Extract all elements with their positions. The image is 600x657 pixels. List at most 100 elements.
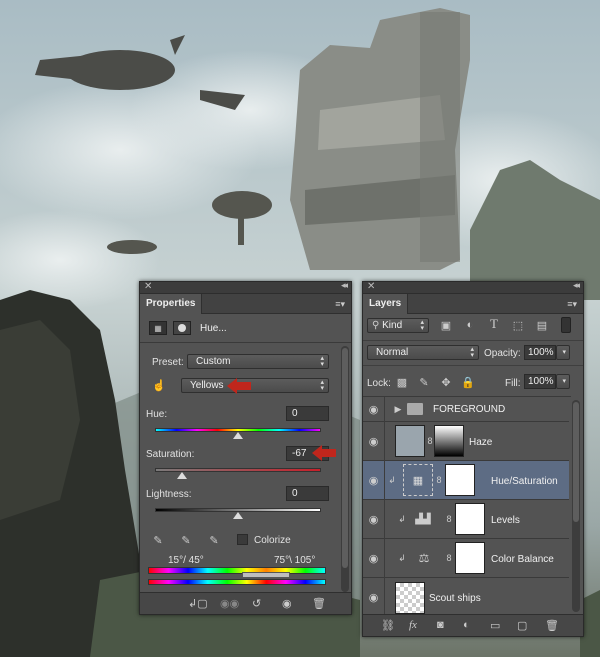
eyedropper-plus-icon[interactable]: ✎ xyxy=(178,532,194,548)
layer-row-levels[interactable]: ◉ ↲ ▟▟ 8 Levels xyxy=(363,500,569,539)
folder-icon xyxy=(407,403,423,415)
panel-top-bar: ✕ ◂◂ xyxy=(140,280,351,294)
properties-scrollbar[interactable] xyxy=(341,346,349,592)
link-icon: 8 xyxy=(446,553,452,563)
new-group-icon[interactable]: ▭ xyxy=(490,619,500,632)
filter-pixel-icon[interactable]: ▣ xyxy=(439,318,453,332)
layers-list: ◉ ▶ FOREGROUND ◉ 8 Haze ◉ ↲ ▦ 8 Hue/Satu… xyxy=(363,396,571,616)
adjustment-title: Hue... xyxy=(200,323,227,334)
eye-icon[interactable]: ◉ xyxy=(363,500,385,539)
eye-icon[interactable]: ◉ xyxy=(363,397,385,422)
lightness-field[interactable]: 0 xyxy=(286,486,329,501)
eye-icon[interactable]: ◉ xyxy=(363,539,385,578)
tab-properties[interactable]: Properties xyxy=(140,294,203,314)
visibility-icon[interactable]: ◉ xyxy=(282,597,292,610)
channel-select[interactable]: Yellows ▴ ▾ xyxy=(181,378,329,393)
opacity-field[interactable]: 100% xyxy=(524,345,556,360)
mask-thumbnail xyxy=(455,542,485,574)
layer-row-haze[interactable]: ◉ 8 Haze xyxy=(363,422,569,461)
color-balance-icon: ⚖ xyxy=(418,551,430,565)
delete-layer-icon[interactable]: 🗑 xyxy=(545,619,559,632)
colorize-checkbox[interactable] xyxy=(237,534,248,545)
lock-all-icon[interactable]: 🔒 xyxy=(461,375,475,389)
hue-range-handles[interactable] xyxy=(242,572,290,578)
opacity-dropdown[interactable]: ▾ xyxy=(556,345,570,360)
reset-icon[interactable]: ↺ xyxy=(252,597,261,610)
hue-range-bar-top[interactable] xyxy=(148,567,326,574)
layers-panel: ✕ ◂◂ Layers ≡▾ ⚲ Kind ▴ ▾ ▣ ◐ T ⬚ ▤ Norma… xyxy=(362,280,584,637)
new-adjustment-icon[interactable]: ◐ xyxy=(463,619,470,631)
layer-row-foreground[interactable]: ◉ ▶ FOREGROUND xyxy=(363,397,569,422)
panel-menu-icon[interactable]: ≡▾ xyxy=(567,299,577,310)
properties-tab-row: Properties ≡▾ xyxy=(140,294,351,314)
fx-icon[interactable]: fx xyxy=(409,619,417,631)
saturation-slider-thumb[interactable] xyxy=(177,472,187,479)
fill-field[interactable]: 100% xyxy=(524,374,556,389)
red-arrow-channel xyxy=(227,378,251,394)
new-layer-icon[interactable]: ▢ xyxy=(517,619,527,632)
fill-dropdown[interactable]: ▾ xyxy=(556,374,570,389)
link-icon: 8 xyxy=(427,436,433,446)
layer-name: Hue/Saturation xyxy=(491,476,558,487)
layers-tab-row: Layers ≡▾ xyxy=(363,294,583,314)
clip-arrow-icon: ↲ xyxy=(398,513,406,524)
preset-select[interactable]: Custom ▴ ▾ xyxy=(187,354,329,369)
layer-row-scout-ships[interactable]: ◉ Scout ships xyxy=(363,578,569,616)
hue-slider-thumb[interactable] xyxy=(233,432,243,439)
eye-icon[interactable]: ◉ xyxy=(363,422,385,461)
view-previous-state-icon[interactable]: ◉◉ xyxy=(220,597,239,610)
filter-type-icon[interactable]: T xyxy=(487,316,501,331)
link-icon: 8 xyxy=(446,514,452,524)
lightness-slider-thumb[interactable] xyxy=(233,512,243,519)
expand-arrow-icon[interactable]: ▶ xyxy=(393,403,403,415)
add-mask-icon[interactable]: ◙ xyxy=(437,619,444,631)
layer-row-color-balance[interactable]: ◉ ↲ ⚖ 8 Color Balance xyxy=(363,539,569,578)
panel-menu-icon[interactable]: ≡▾ xyxy=(335,299,345,310)
layer-thumbnail xyxy=(395,425,425,457)
saturation-label: Saturation: xyxy=(146,449,195,460)
eye-icon[interactable]: ◉ xyxy=(363,461,385,500)
layer-name: Haze xyxy=(469,437,493,448)
hue-range-bar-bottom xyxy=(148,579,326,585)
filter-adjustment-icon[interactable]: ◐ xyxy=(463,318,477,332)
layer-name: Levels xyxy=(491,515,520,526)
close-icon[interactable]: ✕ xyxy=(367,281,375,292)
link-layers-icon[interactable]: ⛓ xyxy=(381,619,395,632)
hue-field[interactable]: 0 xyxy=(286,406,329,421)
filter-smart-object-icon[interactable]: ▤ xyxy=(535,318,549,332)
eye-icon[interactable]: ◉ xyxy=(363,578,385,616)
eyedropper-minus-icon[interactable]: ✎ xyxy=(206,532,222,548)
targeted-adjustment-hand-icon[interactable]: ☝ xyxy=(150,377,168,393)
close-icon[interactable]: ✕ xyxy=(144,281,152,292)
layer-name: FOREGROUND xyxy=(433,404,506,415)
lock-image-icon[interactable]: ✎ xyxy=(417,375,431,389)
blend-mode-value: Normal xyxy=(376,347,409,358)
delete-icon[interactable]: 🗑 xyxy=(312,597,326,610)
collapse-icon[interactable]: ◂◂ xyxy=(341,280,348,291)
properties-panel: ✕ ◂◂ Properties ≡▾ ▦ Hue... Preset: Cust… xyxy=(139,280,352,615)
levels-icon: ▟▟ xyxy=(415,513,431,525)
lock-transparency-icon[interactable]: ▩ xyxy=(395,375,409,389)
filter-toggle[interactable] xyxy=(561,317,571,333)
layers-scrollbar[interactable] xyxy=(572,400,580,612)
tab-layers[interactable]: Layers xyxy=(363,294,409,314)
channel-value: Yellows xyxy=(190,380,224,391)
filter-shape-icon[interactable]: ⬚ xyxy=(511,318,525,332)
fill-label: Fill: xyxy=(505,378,521,389)
blend-mode-select[interactable]: Normal ▴ ▾ xyxy=(367,345,479,360)
lock-position-icon[interactable]: ✥ xyxy=(439,375,453,389)
opacity-label: Opacity: xyxy=(484,348,521,359)
filter-kind-select[interactable]: ⚲ Kind ▴ ▾ xyxy=(367,318,429,333)
layers-footer: ⛓ fx ◙ ◐ ▭ ▢ 🗑 xyxy=(363,614,583,636)
adjustment-icon[interactable]: ▦ xyxy=(149,321,167,335)
red-arrow-saturation xyxy=(312,445,336,461)
mask-icon[interactable] xyxy=(173,321,191,335)
clip-arrow-icon: ↲ xyxy=(398,552,406,563)
collapse-icon[interactable]: ◂◂ xyxy=(573,280,580,291)
layer-row-hue-saturation[interactable]: ◉ ↲ ▦ 8 Hue/Saturation xyxy=(363,461,569,500)
range-left-label: 15°/ 45° xyxy=(168,555,204,566)
eyedropper-icon[interactable]: ✎ xyxy=(150,532,166,548)
lock-label: Lock: xyxy=(367,378,391,389)
clip-to-layer-icon[interactable]: ↲▢ xyxy=(188,597,208,610)
preset-value: Custom xyxy=(196,356,231,367)
